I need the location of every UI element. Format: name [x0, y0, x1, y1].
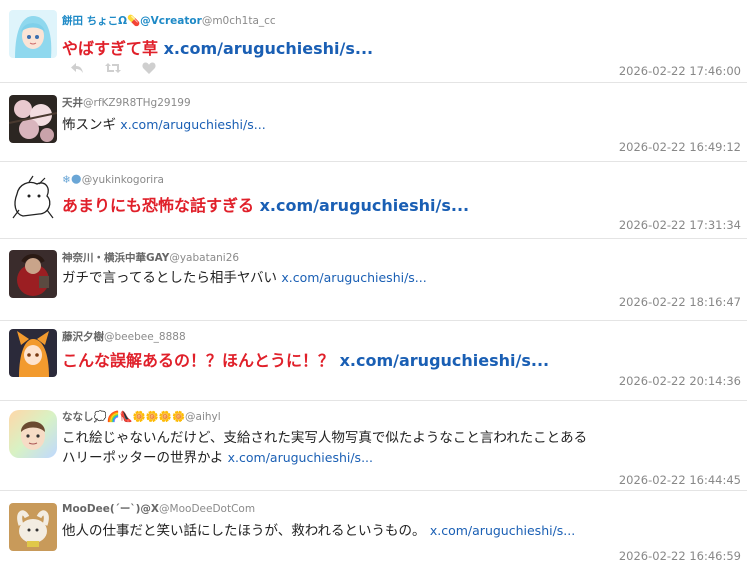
tweet-header: ななし💭🌈👠🌼🌼🌼🌼@aihyl	[62, 409, 221, 424]
avatar[interactable]	[9, 10, 57, 58]
display-name[interactable]: ななし💭🌈👠🌼🌼🌼🌼	[62, 411, 185, 423]
tweet-text-content: ガチで言ってるとしたら相手ヤバい	[62, 270, 278, 286]
tweet-item: 餅田 ちょこΩ💊@Vcreator@m0ch1ta_cc やばすぎて草 x.co…	[0, 0, 747, 83]
user-handle[interactable]: @MooDeeDotCom	[159, 503, 255, 515]
user-handle[interactable]: @aihyl	[185, 411, 221, 423]
tweet-item: MooDee(´ー`)@X@MooDeeDotCom 他人の仕事だと笑い話にした…	[0, 491, 747, 569]
tweet-link[interactable]: x.com/aruguchieshi/s...	[340, 351, 550, 370]
tweet-text: 他人の仕事だと笑い話にしたほうが、救われるというもの。 x.com/aruguc…	[62, 521, 575, 541]
tweet-item: 神奈川・横浜中華GAY@yabatani26 ガチで言ってるとしたら相手ヤバい …	[0, 239, 747, 321]
user-handle[interactable]: @yabatani26	[169, 252, 239, 264]
tweet-link[interactable]: x.com/aruguchieshi/s...	[120, 117, 265, 132]
avatar[interactable]	[9, 174, 57, 222]
display-name[interactable]: 藤沢夕樹	[62, 331, 104, 343]
timestamp[interactable]: 2026-02-22 16:49:12	[619, 140, 741, 154]
tweet-item: 天井@rfKZ9R8THg29199 怖スンギ x.com/aruguchies…	[0, 83, 747, 162]
tweet-item: ❄🌑@yukinkogorira あまりにも恐怖な話すぎる x.com/arug…	[0, 162, 747, 239]
tweet-text: これ絵じゃないんだけど、支給された実写人物写真で似たようなこと言われたことある …	[62, 429, 587, 468]
tweet-header: ❄🌑@yukinkogorira	[62, 174, 164, 186]
tweet-header: 餅田 ちょこΩ💊@Vcreator@m0ch1ta_cc	[62, 13, 276, 28]
user-handle[interactable]: @rfKZ9R8THg29199	[83, 97, 191, 109]
timestamp[interactable]: 2026-02-22 18:16:47	[619, 295, 741, 309]
avatar[interactable]	[9, 410, 57, 458]
timestamp[interactable]: 2026-02-22 20:14:36	[619, 374, 741, 388]
tweet-text: やばすぎて草 x.com/aruguchieshi/s...	[62, 35, 373, 59]
retweet-icon[interactable]	[104, 61, 122, 75]
tweet-header: 神奈川・横浜中華GAY@yabatani26	[62, 250, 239, 265]
timestamp[interactable]: 2026-02-22 17:46:00	[619, 64, 741, 78]
tweet-text-content: あまりにも恐怖な話すぎる	[62, 196, 255, 215]
tweet-actions	[68, 61, 158, 75]
timestamp[interactable]: 2026-02-22 16:46:59	[619, 549, 741, 563]
display-name[interactable]: MooDee(´ー`)@X	[62, 503, 159, 515]
timestamp[interactable]: 2026-02-22 17:31:34	[619, 218, 741, 232]
tweet-link[interactable]: x.com/aruguchieshi/s...	[430, 523, 575, 538]
tweet-text: あまりにも恐怖な話すぎる x.com/aruguchieshi/s...	[62, 192, 469, 216]
display-name[interactable]: 神奈川・横浜中華GAY	[62, 252, 169, 264]
tweet-text-content: 他人の仕事だと笑い話にしたほうが、救われるというもの。	[62, 523, 426, 539]
reply-icon[interactable]	[68, 61, 86, 75]
tweet-text-content: 怖スンギ	[62, 117, 116, 133]
avatar[interactable]	[9, 503, 57, 551]
tweet-text: 怖スンギ x.com/aruguchieshi/s...	[62, 115, 266, 135]
tweet-text-content: これ絵じゃないんだけど、支給された実写人物写真で似たようなこと言われたことある	[62, 430, 588, 446]
timestamp[interactable]: 2026-02-22 16:44:45	[619, 473, 741, 487]
user-handle[interactable]: @m0ch1ta_cc	[202, 15, 276, 27]
tweet-header: MooDee(´ー`)@X@MooDeeDotCom	[62, 501, 255, 516]
tweet-text: ガチで言ってるとしたら相手ヤバい x.com/aruguchieshi/s...	[62, 268, 427, 288]
tweet-feed: 餅田 ちょこΩ💊@Vcreator@m0ch1ta_cc やばすぎて草 x.co…	[0, 0, 747, 569]
user-handle[interactable]: @beebee_8888	[104, 331, 186, 343]
user-handle[interactable]: @yukinkogorira	[82, 174, 164, 186]
avatar[interactable]	[9, 329, 57, 377]
tweet-item: ななし💭🌈👠🌼🌼🌼🌼@aihyl これ絵じゃないんだけど、支給された実写人物写真…	[0, 401, 747, 491]
avatar[interactable]	[9, 250, 57, 298]
tweet-header: 天井@rfKZ9R8THg29199	[62, 95, 191, 110]
display-name[interactable]: 天井	[62, 97, 83, 109]
tweet-header: 藤沢夕樹@beebee_8888	[62, 329, 186, 344]
tweet-text-content: やばすぎて草	[62, 39, 159, 58]
tweet-text-content-line2: ハリーポッターの世界かよ	[62, 450, 224, 466]
tweet-link[interactable]: x.com/aruguchieshi/s...	[228, 450, 373, 465]
tweet-link[interactable]: x.com/aruguchieshi/s...	[164, 39, 374, 58]
display-name[interactable]: 餅田 ちょこΩ💊@Vcreator	[62, 15, 202, 27]
tweet-link[interactable]: x.com/aruguchieshi/s...	[260, 196, 470, 215]
display-name[interactable]: ❄🌑	[62, 174, 82, 186]
avatar[interactable]	[9, 95, 57, 143]
tweet-link[interactable]: x.com/aruguchieshi/s...	[281, 270, 426, 285]
like-icon[interactable]	[140, 61, 158, 75]
tweet-text: こんな誤解あるの！？ほんとうに！？ x.com/aruguchieshi/s..…	[62, 347, 549, 371]
tweet-item: 藤沢夕樹@beebee_8888 こんな誤解あるの！？ほんとうに！？ x.com…	[0, 321, 747, 401]
tweet-text-content: こんな誤解あるの！？ほんとうに！？	[62, 351, 335, 370]
